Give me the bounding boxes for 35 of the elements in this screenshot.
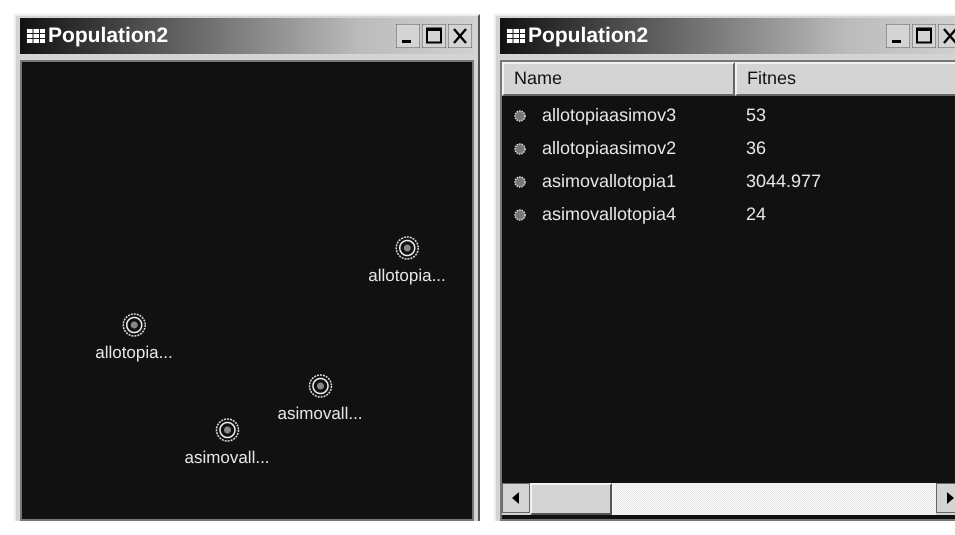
minimize-button[interactable] [886, 24, 910, 48]
minimize-button[interactable] [396, 24, 420, 48]
fitness-value: 3044.977 [746, 171, 822, 191]
window-title: Population2 [528, 24, 650, 48]
horizontal-scrollbar[interactable] [502, 483, 955, 515]
item-name[interactable]: allotopiaasimov2 [542, 138, 676, 159]
item-icon [514, 110, 526, 122]
item-icon [514, 176, 526, 188]
item-name[interactable]: asimovallotopia4 [542, 204, 676, 225]
node-icon[interactable] [122, 313, 146, 337]
window-title: Population2 [48, 24, 170, 48]
fitness-value: 53 [746, 105, 766, 125]
maximize-button[interactable] [422, 24, 446, 48]
node-icon[interactable] [215, 418, 239, 442]
table-icon [26, 28, 46, 44]
item-icon [514, 142, 526, 154]
node-icon[interactable] [308, 374, 332, 398]
fitness-value: 24 [746, 204, 766, 224]
maximize-button[interactable] [912, 24, 936, 48]
table-icon [506, 28, 526, 44]
node-icon[interactable] [395, 236, 419, 260]
node-label: asimovall... [277, 404, 363, 424]
node-label: asimovall... [184, 448, 270, 468]
item-icon [514, 208, 526, 220]
node-label: allotopia... [95, 343, 173, 363]
column-header[interactable]: Name [502, 62, 735, 96]
node-label: allotopia... [368, 266, 446, 286]
fitness-value: 36 [746, 138, 766, 158]
column-header[interactable]: Fitnes [735, 62, 955, 96]
scroll-left-button[interactable] [502, 483, 530, 513]
item-name[interactable]: allotopiaasimov3 [542, 105, 676, 126]
close-button[interactable] [448, 24, 472, 48]
item-name[interactable]: asimovallotopia1 [542, 171, 676, 192]
close-button[interactable] [938, 24, 955, 48]
scroll-thumb[interactable] [530, 483, 612, 515]
